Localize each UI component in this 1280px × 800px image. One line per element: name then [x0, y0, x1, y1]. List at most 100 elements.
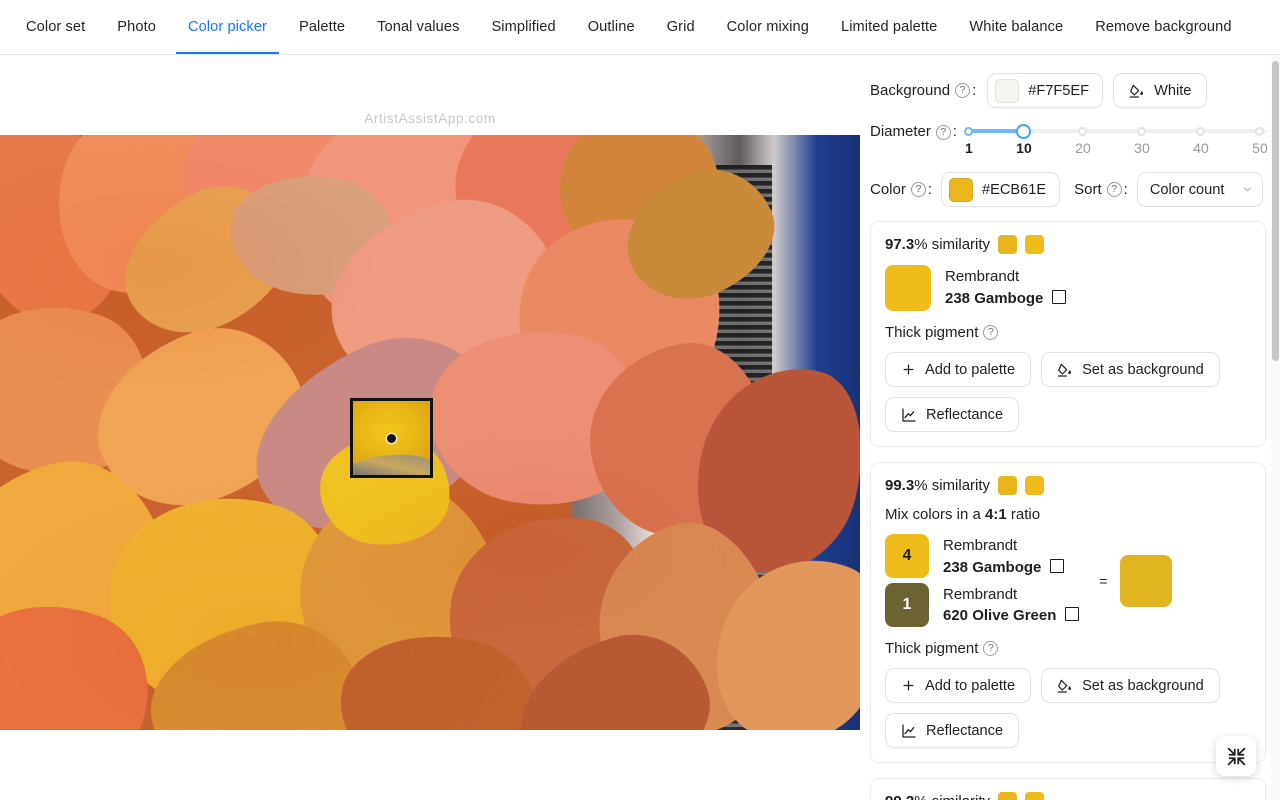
- collapse-fullscreen-button[interactable]: [1216, 736, 1256, 776]
- similarity-suffix: % similarity: [914, 236, 991, 253]
- tab-palette[interactable]: Palette: [283, 0, 361, 54]
- similarity-row: 99.3% similarity: [885, 476, 1251, 495]
- mix-components: 4 Rembrandt 238 Gamboge 1 Rembrandt 620 …: [885, 534, 1080, 628]
- paint-brand: Rembrandt: [943, 537, 1018, 554]
- tab-photo[interactable]: Photo: [101, 0, 172, 54]
- add-to-palette-button[interactable]: Add to palette: [885, 668, 1032, 703]
- slider-handle-diameter[interactable]: [1016, 124, 1032, 139]
- thick-pigment-help-icon[interactable]: ?: [983, 641, 999, 656]
- picked-color-field[interactable]: #ECB61E: [941, 172, 1061, 207]
- diameter-help-icon[interactable]: ?: [935, 125, 951, 140]
- match-color-mini-swatch: [1025, 792, 1045, 800]
- sort-select[interactable]: Color count: [1136, 172, 1263, 207]
- result-card: 99.2% similarity: [870, 778, 1266, 800]
- color-colon: :: [927, 181, 933, 198]
- add-to-palette-label: Add to palette: [925, 677, 1016, 694]
- reflectance-button[interactable]: Reflectance: [885, 713, 1020, 748]
- tab-white-balance[interactable]: White balance: [953, 0, 1079, 54]
- background-color-value: #F7F5EF: [1028, 82, 1090, 99]
- paint-swatch: 1: [885, 582, 929, 627]
- page-scrollbar-thumb[interactable]: [1272, 61, 1279, 361]
- slider-label-20: 20: [1075, 140, 1091, 156]
- slider-tick-40[interactable]: [1196, 126, 1206, 136]
- tab-outline[interactable]: Outline: [572, 0, 651, 54]
- paint-row: 4 Rembrandt 238 Gamboge: [885, 534, 1079, 579]
- tab-color-mixing[interactable]: Color mixing: [711, 0, 825, 54]
- tab-simplified[interactable]: Simplified: [475, 0, 571, 54]
- slider-tick-1[interactable]: [964, 126, 974, 136]
- paint-select-checkbox[interactable]: [1065, 607, 1080, 622]
- mix-note-prefix: Mix colors in a: [885, 506, 986, 523]
- diameter-slider[interactable]: 1 10 20 30 40 50: [964, 121, 1268, 157]
- line-chart-icon: [901, 407, 917, 423]
- card-actions: Add to palette Set as background Reflect…: [885, 668, 1251, 748]
- tab-remove-background[interactable]: Remove background: [1079, 0, 1247, 54]
- background-color-swatch: [995, 78, 1020, 103]
- picked-color-value: #ECB61E: [982, 181, 1047, 198]
- tab-tonal-values[interactable]: Tonal values: [361, 0, 475, 54]
- thick-pigment-label: Thick pigment: [885, 640, 979, 657]
- set-as-background-button[interactable]: Set as background: [1041, 668, 1220, 703]
- tab-limited-palette[interactable]: Limited palette: [825, 0, 953, 54]
- slider-tick-50[interactable]: [1255, 126, 1265, 136]
- paint-select-checkbox[interactable]: [1052, 289, 1067, 304]
- similarity-text: 99.3% similarity: [885, 477, 990, 494]
- slider-tick-20[interactable]: [1078, 126, 1088, 136]
- watermark-label: ArtistAssistApp.com: [364, 111, 496, 126]
- paint-brand: Rembrandt: [943, 585, 1018, 603]
- tab-label: Simplified: [491, 19, 556, 35]
- photo-canvas-area[interactable]: ArtistAssistApp.com: [0, 55, 860, 800]
- similarity-value: 99.3: [885, 477, 915, 494]
- tab-grid[interactable]: Grid: [651, 0, 711, 54]
- paint-meta: Rembrandt 238 Gamboge: [945, 265, 1067, 310]
- similarity-text: 97.3% similarity: [885, 236, 990, 253]
- reflectance-label: Reflectance: [926, 406, 1004, 423]
- diameter-control-row: Diameter ? : 1 10 20 30 40 50: [870, 121, 1268, 157]
- add-to-palette-button[interactable]: Add to palette: [885, 352, 1032, 387]
- similarity-suffix: % similarity: [914, 477, 991, 494]
- tab-label: Outline: [587, 19, 635, 35]
- background-color-field[interactable]: #F7F5EF: [987, 73, 1104, 108]
- sort-colon: :: [1123, 181, 1128, 198]
- tab-label: Limited palette: [840, 19, 938, 35]
- thick-pigment-help-icon[interactable]: ?: [983, 325, 999, 340]
- color-help-icon[interactable]: ?: [910, 182, 926, 197]
- line-chart-icon: [901, 723, 917, 739]
- reflectance-button[interactable]: Reflectance: [885, 397, 1020, 432]
- mix-ratio-note: Mix colors in a 4:1 ratio: [885, 506, 1251, 523]
- add-to-palette-label: Add to palette: [925, 361, 1016, 378]
- background-help-icon[interactable]: ?: [955, 83, 971, 98]
- slider-fill: [967, 129, 1023, 133]
- mix-ratio-value: 4:1: [985, 506, 1007, 523]
- equals-sign: =: [1099, 572, 1108, 589]
- color-sample-magnifier[interactable]: [350, 398, 433, 478]
- paint-bucket-icon: [1129, 83, 1145, 99]
- slider-label-10: 10: [1016, 140, 1032, 156]
- slider-tick-30[interactable]: [1137, 126, 1147, 136]
- thick-pigment-row: Thick pigment ?: [885, 640, 1251, 657]
- background-control-row: Background ? : #F7F5EF White: [870, 73, 1266, 108]
- sort-help-icon[interactable]: ?: [1106, 182, 1122, 197]
- tab-color-picker[interactable]: Color picker: [172, 0, 283, 54]
- match-color-mini-swatch: [1025, 235, 1045, 254]
- tab-color-set[interactable]: Color set: [10, 0, 101, 54]
- similarity-value: 97.3: [885, 236, 915, 253]
- paint-row: 1 Rembrandt 620 Olive Green: [885, 582, 1080, 628]
- result-card: 97.3% similarity Rembrandt 238 Gamboge T…: [870, 221, 1266, 447]
- page-scrollbar[interactable]: [1271, 55, 1280, 800]
- similarity-value: 99.2: [885, 793, 914, 800]
- tab-label: Tonal values: [377, 19, 460, 35]
- set-as-background-button[interactable]: Set as background: [1041, 352, 1220, 387]
- set-white-background-button[interactable]: White: [1113, 73, 1208, 108]
- tab-label: Remove background: [1095, 19, 1232, 35]
- paint-bucket-icon: [1057, 678, 1073, 694]
- paint-meta: Rembrandt 620 Olive Green: [943, 583, 1080, 628]
- tab-label: Palette: [299, 19, 346, 35]
- background-label: Background: [870, 82, 951, 99]
- similarity-suffix: % similarity: [914, 793, 990, 800]
- thick-pigment-row: Thick pigment ?: [885, 324, 1251, 341]
- slider-label-1: 1: [965, 140, 973, 156]
- app-root: Color set Photo Color picker Palette Ton…: [0, 0, 1280, 800]
- paint-select-checkbox[interactable]: [1050, 558, 1065, 573]
- plus-icon: [901, 678, 916, 693]
